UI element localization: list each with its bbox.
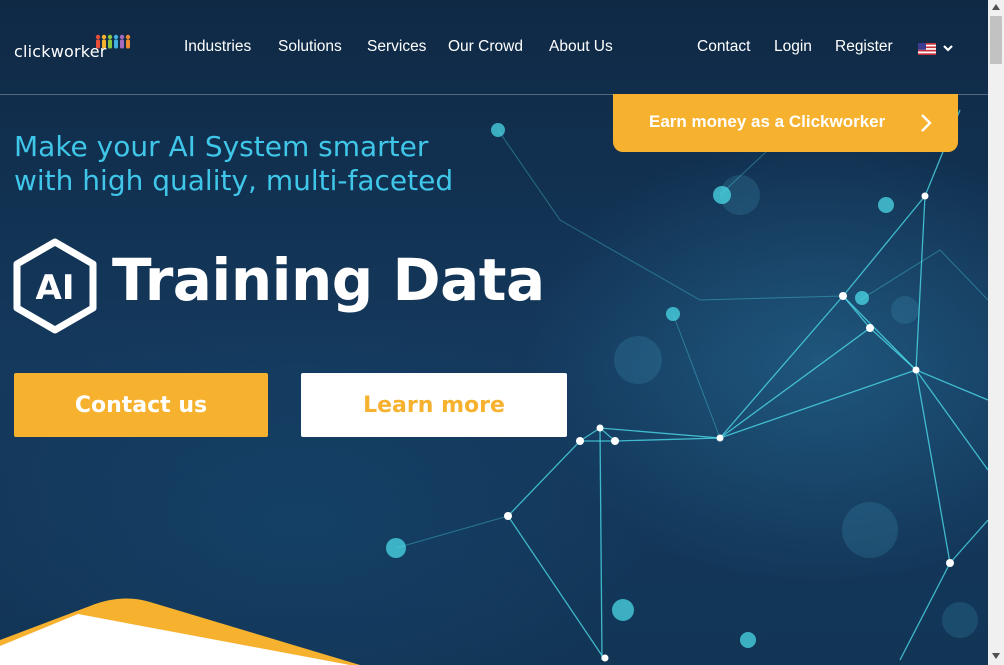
headline-line-2: with high quality, multi-faceted — [14, 164, 454, 197]
nav-register[interactable]: Register — [835, 38, 893, 56]
vertical-scrollbar[interactable] — [988, 0, 1004, 665]
nav-our-crowd[interactable]: Our Crowd — [448, 38, 523, 56]
earn-money-label: Earn money as a Clickworker — [649, 112, 886, 131]
ai-badge-text: AI — [36, 268, 75, 308]
us-flag-icon[interactable] — [918, 43, 936, 55]
hero-title: Training Data — [112, 246, 545, 314]
page: clickworker Industries Solutions Service… — [0, 0, 988, 665]
nav-contact[interactable]: Contact — [697, 38, 750, 56]
scroll-down-arrow-icon[interactable] — [992, 653, 1000, 659]
clickworker-logo[interactable]: clickworker — [14, 34, 134, 62]
nav-about-us[interactable]: About Us — [549, 38, 613, 56]
hero-headline: Make your AI System smarter with high qu… — [14, 130, 453, 198]
scroll-up-arrow-icon[interactable] — [992, 4, 1000, 10]
nav-services[interactable]: Services — [367, 38, 426, 56]
logo-text: clickworker — [14, 42, 107, 61]
nav-solutions[interactable]: Solutions — [278, 38, 342, 56]
chevron-down-icon[interactable] — [942, 42, 954, 54]
learn-more-button[interactable]: Learn more — [301, 373, 567, 437]
earn-money-button[interactable]: Earn money as a Clickworker — [613, 94, 958, 152]
chevron-right-icon — [921, 114, 932, 132]
scrollbar-thumb[interactable] — [990, 16, 1002, 64]
ai-hexagon-badge: AI — [13, 238, 97, 334]
nav-login[interactable]: Login — [774, 38, 812, 56]
nav-industries[interactable]: Industries — [184, 38, 251, 56]
contact-us-button[interactable]: Contact us — [14, 373, 268, 437]
site-header: clickworker Industries Solutions Service… — [0, 0, 988, 95]
decorative-wave — [0, 598, 360, 665]
headline-line-1: Make your AI System smarter — [14, 130, 429, 163]
